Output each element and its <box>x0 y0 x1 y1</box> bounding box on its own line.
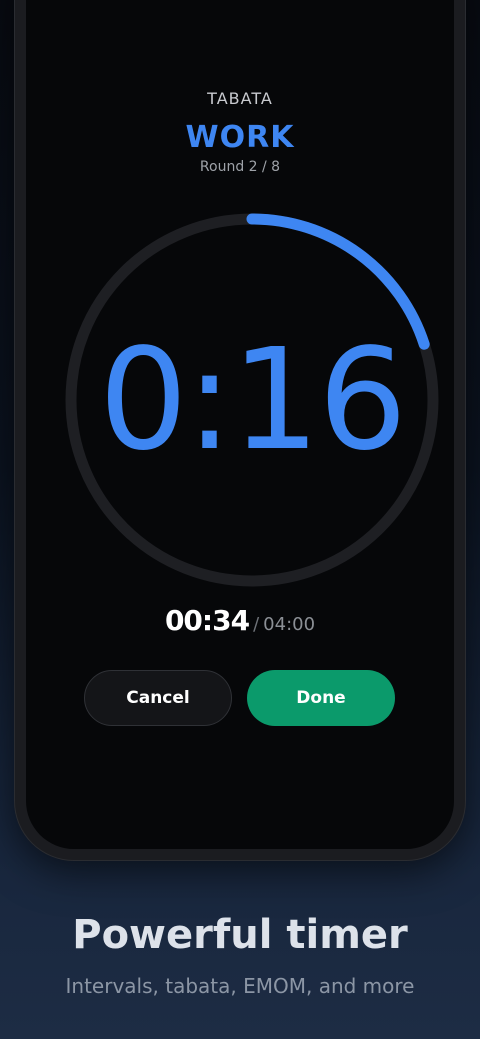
total-time: 04:00 <box>263 614 316 635</box>
cancel-button-label: Cancel <box>126 688 190 708</box>
countdown-display: 0:16 <box>98 318 407 482</box>
phase-label: WORK <box>185 120 295 155</box>
done-button-label: Done <box>296 688 346 708</box>
promo-headline: Powerful timer <box>72 912 408 958</box>
cancel-button[interactable]: Cancel <box>84 670 232 726</box>
time-separator: / <box>253 614 260 635</box>
elapsed-time: 00:34 <box>164 604 250 637</box>
done-button[interactable]: Done <box>247 670 395 726</box>
elapsed-time-row: 00:34/04:00 <box>26 604 454 637</box>
timer-mode-label: TABATA <box>207 89 273 108</box>
phone-frame: TABATA WORK Round 2 / 8 0:16 00:34/04:00… <box>14 0 466 861</box>
round-counter: Round 2 / 8 <box>199 159 281 175</box>
promo-subheadline: Intervals, tabata, EMOM, and more <box>65 974 415 998</box>
app-screen: TABATA WORK Round 2 / 8 0:16 00:34/04:00… <box>26 0 454 849</box>
